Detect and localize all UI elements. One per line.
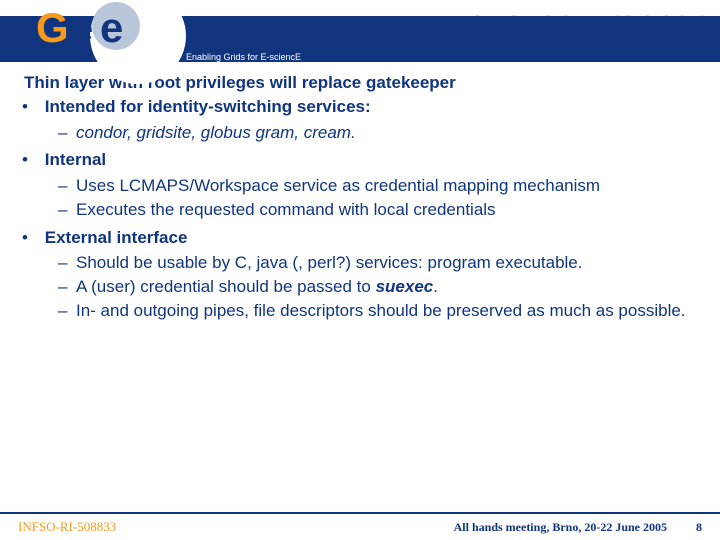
bullet-2: Internal Uses LCMAPS/Workspace service a… — [40, 149, 700, 220]
slide-title: suexec wrapper — [468, 4, 702, 40]
bullet-3-sub-1: Should be usable by C, java (, perl?) se… — [76, 252, 700, 274]
bullet-2-sub-2: Executes the requested command with loca… — [76, 199, 700, 221]
bullet-3-text: External interface — [45, 228, 188, 247]
egee-logo: e G e e — [8, 2, 178, 63]
bullet-list: Intended for identity-switching services… — [24, 96, 700, 322]
bullet-3-sub: Should be usable by C, java (, perl?) se… — [40, 252, 700, 321]
svg-text:e: e — [100, 4, 123, 51]
bullet-1-text: Intended for identity-switching services… — [45, 97, 371, 116]
page-number: 8 — [696, 520, 702, 534]
bullet-3-sub-3: In- and outgoing pipes, file descriptors… — [76, 300, 700, 322]
svg-text:e: e — [70, 4, 93, 51]
bullet-2-sub-1: Uses LCMAPS/Workspace service as credent… — [76, 175, 700, 197]
bullet-1-sub: condor, gridsite, globus gram, cream. — [40, 122, 700, 144]
svg-text:e: e — [8, 4, 31, 51]
slide-tagline: Enabling Grids for E-sciencE — [186, 52, 301, 62]
slide-header: e G e e suexec wrapper Enabling Grids fo… — [0, 0, 720, 62]
bullet-3: External interface Should be usable by C… — [40, 227, 700, 322]
footer-meeting: All hands meeting, Brno, 20-22 June 2005… — [454, 520, 702, 535]
bullet-1: Intended for identity-switching services… — [40, 96, 700, 144]
slide-body: Thin layer with root privileges will rep… — [0, 62, 720, 322]
bullet-1-sub-1: condor, gridsite, globus gram, cream. — [76, 122, 700, 144]
bullet-2-text: Internal — [45, 150, 106, 169]
bullet-3-sub-2: A (user) credential should be passed to … — [76, 276, 700, 298]
bullet-2-sub: Uses LCMAPS/Workspace service as credent… — [40, 175, 700, 221]
svg-text:G: G — [36, 4, 69, 51]
slide-footer: INFSO-RI-508833 All hands meeting, Brno,… — [0, 512, 720, 540]
footer-id: INFSO-RI-508833 — [18, 519, 116, 535]
